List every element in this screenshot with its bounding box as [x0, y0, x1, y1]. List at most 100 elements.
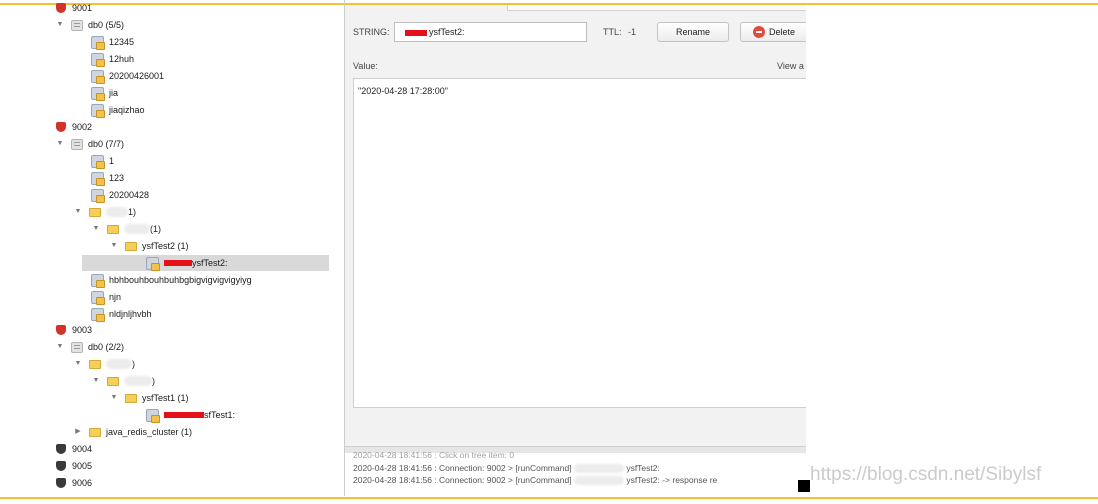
tree-item-label: 9002 — [72, 122, 93, 132]
redis-server-icon — [56, 478, 66, 488]
watermark: https://blog.csdn.net/Sibylsf — [810, 464, 1042, 485]
expand-arrow-icon[interactable]: ▼ — [55, 136, 65, 152]
collapse-arrow-icon[interactable]: ▶ — [73, 424, 83, 440]
key-icon — [146, 408, 160, 423]
tree-item-label: ) — [132, 359, 135, 369]
key-icon — [91, 171, 105, 186]
tree-item-label: 9006 — [72, 478, 93, 488]
delete-button[interactable]: Delete — [740, 22, 806, 42]
obscured-text — [124, 376, 152, 386]
bottom-frame-line — [0, 497, 1098, 499]
tree-item-label: jia — [109, 88, 119, 98]
tree-item-label: 1) — [128, 207, 137, 217]
tree-item-label: ysfTest1 (1) — [142, 393, 189, 403]
database-icon — [71, 341, 83, 353]
tree-item-label: ysfTest2 (1) — [142, 241, 189, 251]
tree-item-label: db0 (5/5) — [88, 20, 125, 30]
resize-corner — [798, 480, 810, 492]
tree-item-key[interactable]: njn — [0, 289, 344, 305]
delete-button-label: Delete — [769, 27, 796, 37]
tree-item-server-9004[interactable]: 9004 — [0, 441, 344, 457]
log-line-suffix: ysfTest2: -> response re — [626, 475, 718, 485]
connection-tree[interactable]: 9001 ▼ db0 (5/5) 12345 12huh 20200426001… — [0, 0, 344, 496]
tree-item-db0[interactable]: ▼ db0 (2/2) — [0, 339, 344, 355]
folder-icon — [125, 242, 137, 251]
tree-item-key[interactable]: hbhbouhbouhbuhbgbigvigvigvigyiyg — [0, 272, 344, 288]
key-icon — [91, 307, 105, 322]
tree-item-label: 9005 — [72, 461, 93, 471]
database-icon — [71, 19, 83, 31]
tree-item-folder[interactable]: ▼ (1) — [0, 221, 344, 237]
rename-button[interactable]: Rename — [657, 22, 729, 42]
tree-item-server-9003[interactable]: 9003 — [0, 322, 344, 338]
redacted-text — [405, 29, 427, 36]
obscured-text — [106, 359, 132, 369]
tree-item-key[interactable]: nldjnljhvbh — [0, 306, 344, 322]
key-icon — [91, 103, 105, 118]
tree-item-label: 20200426001 — [109, 71, 165, 81]
log-panel: 2020-04-28 18:41:56 : Click on tree item… — [345, 450, 806, 496]
key-icon — [91, 86, 105, 101]
view-as-label[interactable]: View a — [777, 61, 804, 71]
folder-icon — [89, 360, 101, 369]
tree-item-label: 9003 — [72, 325, 93, 335]
key-icon — [91, 290, 105, 305]
obscured-text — [106, 207, 128, 217]
tree-item-folder[interactable]: ▶ java_redis_cluster (1) — [0, 424, 344, 440]
tree-item-label: 1 — [109, 156, 115, 166]
tree-item-folder[interactable]: ▼ ) — [0, 356, 344, 372]
key-icon — [91, 35, 105, 50]
expand-arrow-icon[interactable]: ▼ — [91, 221, 101, 237]
tree-item-label: sfTest1: — [204, 410, 236, 420]
tree-item-folder[interactable]: ▼ ysfTest2 (1) — [0, 238, 344, 254]
redis-server-icon — [56, 325, 66, 335]
tree-item-db0[interactable]: ▼ db0 (7/7) — [0, 136, 344, 152]
expand-arrow-icon[interactable]: ▼ — [91, 373, 101, 389]
tree-item-key[interactable]: 123 — [0, 170, 344, 186]
key-name-field[interactable]: ysfTest2: — [394, 22, 587, 42]
tree-item-key[interactable]: 1 — [0, 153, 344, 169]
tree-item-server-9006[interactable]: 9006 — [0, 475, 344, 491]
tree-item-server-9002[interactable]: 9002 — [0, 119, 344, 135]
folder-icon — [89, 428, 101, 437]
log-line: 2020-04-28 18:41:56 : Click on tree item… — [353, 450, 515, 460]
tree-item-key[interactable]: sfTest1: — [0, 407, 344, 423]
tree-item-label: hbhbouhbouhbuhbgbigvigvigvigyiyg — [109, 275, 252, 285]
delete-icon — [753, 26, 765, 38]
key-icon — [91, 69, 105, 84]
expand-arrow-icon[interactable]: ▼ — [73, 204, 83, 220]
tree-item-key[interactable]: 12huh — [0, 51, 344, 67]
tree-item-key[interactable]: 12345 — [0, 34, 344, 50]
value-editor[interactable]: "2020-04-28 17:28:00" — [353, 78, 806, 408]
tree-item-label: java_redis_cluster (1) — [106, 427, 193, 437]
tree-item-key[interactable]: 20200428 — [0, 187, 344, 203]
tree-item-label: db0 (7/7) — [88, 139, 125, 149]
tree-item-key[interactable]: 20200426001 — [0, 68, 344, 84]
tree-item-label: (1) — [150, 224, 161, 234]
tree-item-folder[interactable]: ▼ ) — [0, 373, 344, 389]
log-line-prefix: 2020-04-28 18:41:56 : Connection: 9002 >… — [353, 463, 572, 473]
tree-item-folder[interactable]: ▼ ysfTest1 (1) — [0, 390, 344, 406]
tree-item-server-9001[interactable]: 9001 — [0, 0, 344, 16]
expand-arrow-icon[interactable]: ▼ — [73, 356, 83, 372]
redis-server-icon — [56, 3, 66, 13]
tree-item-label: 9004 — [72, 444, 93, 454]
tree-item-db0[interactable]: ▼ db0 (5/5) — [0, 17, 344, 33]
key-detail-panel: STRING: ysfTest2: TTL: -1 Rename Delete … — [345, 5, 806, 496]
log-line-suffix: ysfTest2: — [626, 463, 660, 473]
key-icon — [146, 256, 160, 271]
tree-item-folder[interactable]: ▼ 1) — [0, 204, 344, 220]
folder-icon — [89, 208, 101, 217]
tree-item-key[interactable]: jiaqizhao — [0, 102, 344, 118]
expand-arrow-icon[interactable]: ▼ — [109, 390, 119, 406]
tab-bar-edge — [507, 5, 806, 11]
expand-arrow-icon[interactable]: ▼ — [55, 339, 65, 355]
expand-arrow-icon[interactable]: ▼ — [109, 238, 119, 254]
tree-item-key[interactable]: jia — [0, 85, 344, 101]
tree-item-server-9005[interactable]: 9005 — [0, 458, 344, 474]
tree-item-key-selected[interactable]: ysfTest2: — [82, 255, 329, 271]
tree-item-label: ysfTest2: — [192, 258, 228, 268]
expand-arrow-icon[interactable]: ▼ — [55, 17, 65, 33]
redis-server-icon — [56, 122, 66, 132]
tree-item-label: 20200428 — [109, 190, 150, 200]
